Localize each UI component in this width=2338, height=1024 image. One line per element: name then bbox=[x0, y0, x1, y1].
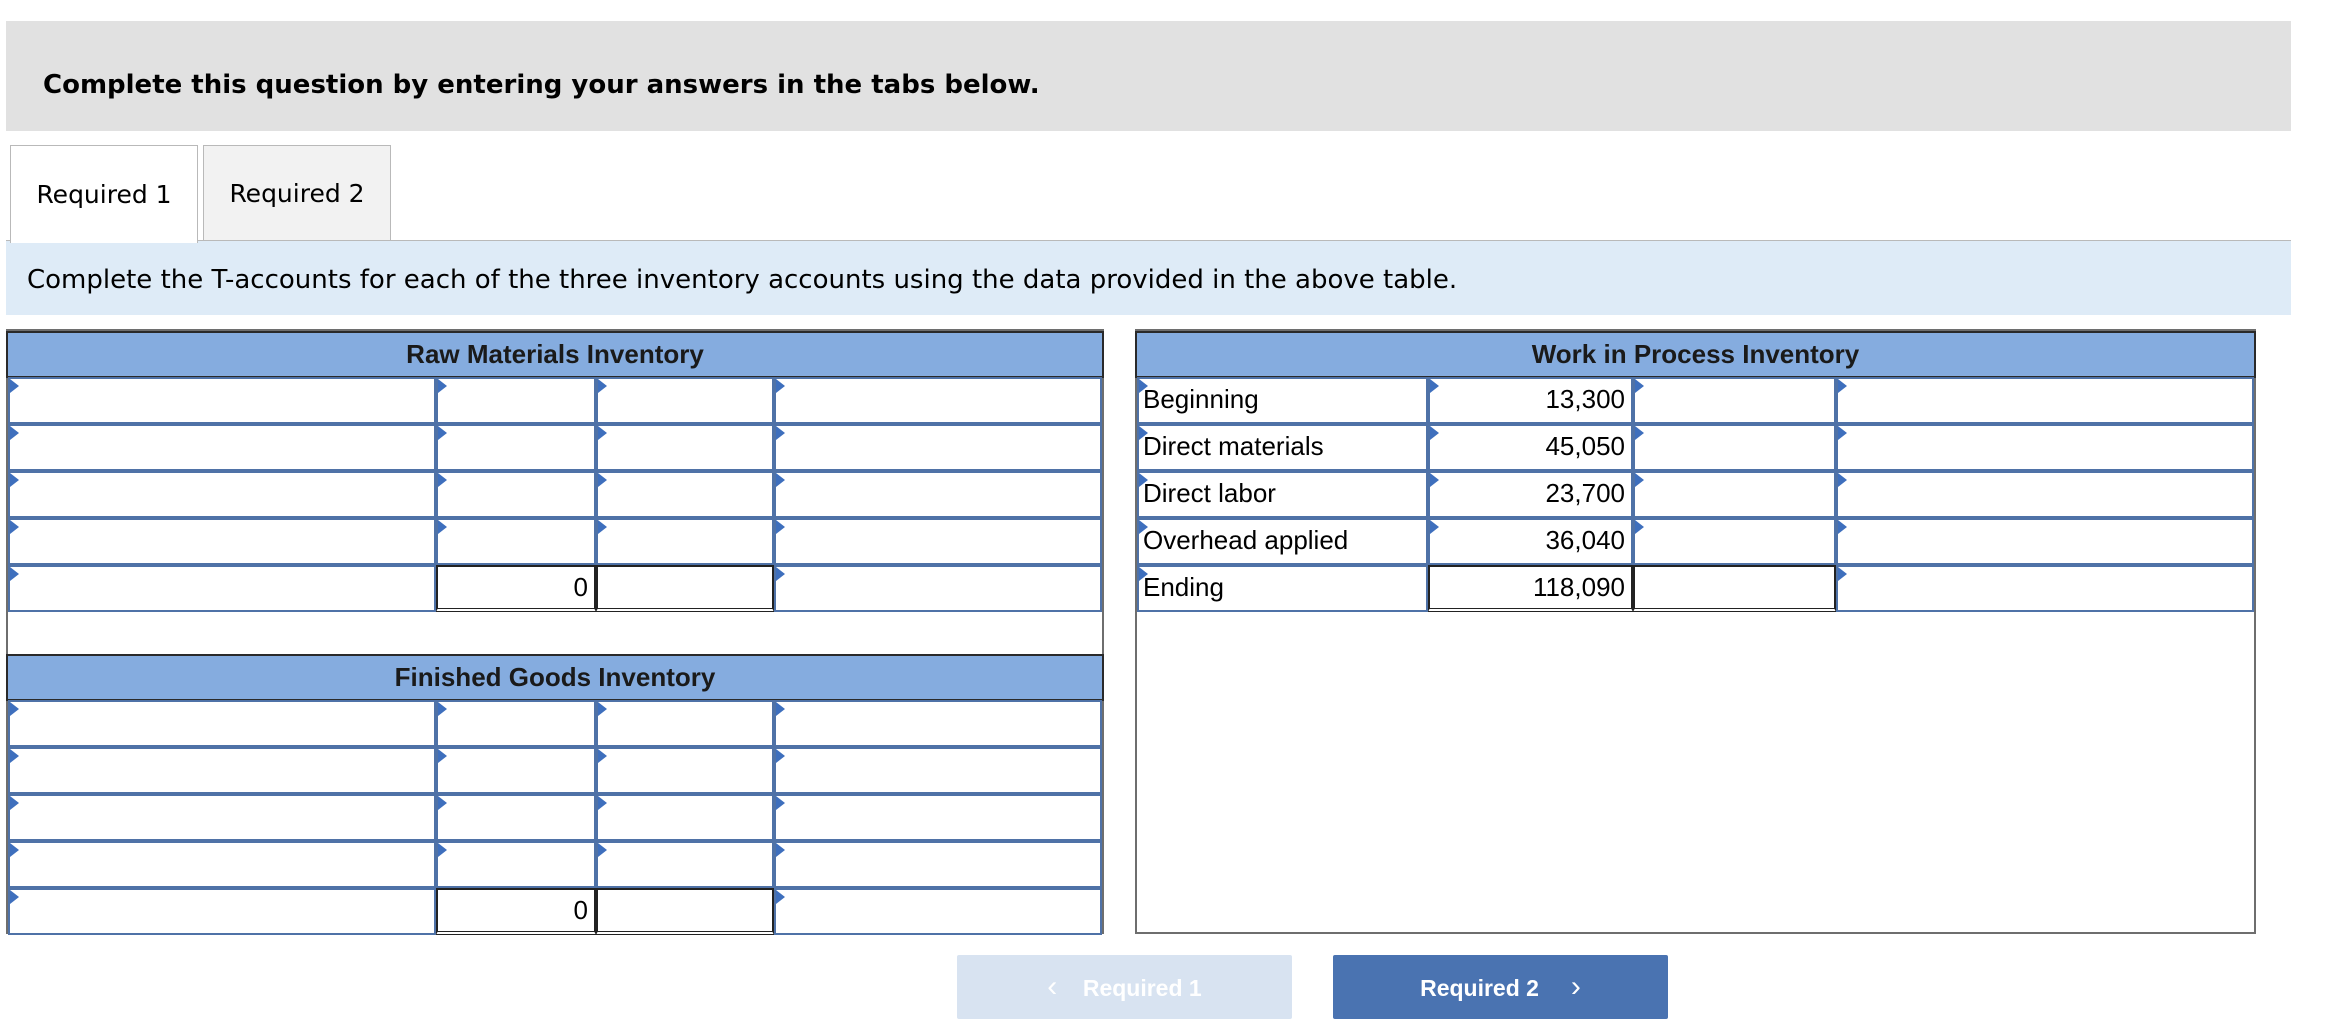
wip-ending-balance: 118,090 bbox=[1428, 565, 1633, 612]
rm-debit-label-4[interactable] bbox=[8, 518, 436, 565]
wip-debit-label-direct-labor[interactable]: Direct labor bbox=[1137, 471, 1428, 518]
wip-debit-label-overhead-applied[interactable]: Overhead applied bbox=[1137, 518, 1428, 565]
rm-ending-label[interactable] bbox=[8, 565, 436, 612]
tab-required-1[interactable]: Required 1 bbox=[10, 145, 198, 243]
work-in-process-header: Work in Process Inventory bbox=[1135, 331, 2256, 378]
rm-credit-amount-4[interactable] bbox=[596, 518, 774, 565]
rm-debit-label-2[interactable] bbox=[8, 424, 436, 471]
wip-ending-label[interactable]: Ending bbox=[1137, 565, 1428, 612]
next-required-2-button[interactable]: Required 2 › bbox=[1333, 955, 1668, 1019]
fg-debit-amount-3[interactable] bbox=[436, 794, 596, 841]
rm-credit-label-3[interactable] bbox=[774, 471, 1102, 518]
wip-credit-label-3[interactable] bbox=[1836, 471, 2254, 518]
chevron-right-icon: › bbox=[1570, 970, 1581, 1003]
rm-debit-label-1[interactable] bbox=[8, 377, 436, 424]
wip-ending-credit-total bbox=[1633, 565, 1836, 612]
rm-ending-credit-label[interactable] bbox=[774, 565, 1102, 612]
wip-credit-amount-2[interactable] bbox=[1633, 424, 1836, 471]
instruction-banner: Complete this question by entering your … bbox=[6, 21, 2291, 131]
fg-ending-credit-label[interactable] bbox=[774, 888, 1102, 935]
fg-debit-amount-1[interactable] bbox=[436, 700, 596, 747]
wip-debit-amount-direct-labor[interactable]: 23,700 bbox=[1428, 471, 1633, 518]
rm-debit-amount-3[interactable] bbox=[436, 471, 596, 518]
fg-ending-credit-total bbox=[596, 888, 774, 935]
prev-required-1-button[interactable]: ‹ Required 1 bbox=[957, 955, 1292, 1019]
rm-credit-label-4[interactable] bbox=[774, 518, 1102, 565]
rm-credit-amount-3[interactable] bbox=[596, 471, 774, 518]
wip-debit-amount-beginning[interactable]: 13,300 bbox=[1428, 377, 1633, 424]
wip-debit-label-beginning[interactable]: Beginning bbox=[1137, 377, 1428, 424]
fg-debit-amount-4[interactable] bbox=[436, 841, 596, 888]
rm-debit-amount-2[interactable] bbox=[436, 424, 596, 471]
fg-debit-label-4[interactable] bbox=[8, 841, 436, 888]
fg-ending-label[interactable] bbox=[8, 888, 436, 935]
instruction-box: Complete the T-accounts for each of the … bbox=[6, 241, 2291, 315]
fg-credit-amount-4[interactable] bbox=[596, 841, 774, 888]
wip-debit-amount-direct-materials[interactable]: 45,050 bbox=[1428, 424, 1633, 471]
tab-required-2[interactable]: Required 2 bbox=[203, 145, 391, 241]
rm-credit-amount-1[interactable] bbox=[596, 377, 774, 424]
fg-debit-label-1[interactable] bbox=[8, 700, 436, 747]
fg-credit-label-2[interactable] bbox=[774, 747, 1102, 794]
rm-ending-balance: 0 bbox=[436, 565, 596, 612]
rm-debit-amount-4[interactable] bbox=[436, 518, 596, 565]
chevron-left-icon: ‹ bbox=[1047, 970, 1058, 1003]
wip-credit-label-1[interactable] bbox=[1836, 377, 2254, 424]
wip-debit-label-direct-materials[interactable]: Direct materials bbox=[1137, 424, 1428, 471]
fg-debit-amount-2[interactable] bbox=[436, 747, 596, 794]
wip-credit-amount-1[interactable] bbox=[1633, 377, 1836, 424]
rm-credit-label-1[interactable] bbox=[774, 377, 1102, 424]
wip-credit-amount-3[interactable] bbox=[1633, 471, 1836, 518]
fg-credit-amount-1[interactable] bbox=[596, 700, 774, 747]
wip-credit-label-2[interactable] bbox=[1836, 424, 2254, 471]
fg-credit-label-4[interactable] bbox=[774, 841, 1102, 888]
wip-credit-label-4[interactable] bbox=[1836, 518, 2254, 565]
fg-debit-label-3[interactable] bbox=[8, 794, 436, 841]
fg-ending-balance: 0 bbox=[436, 888, 596, 935]
fg-credit-amount-3[interactable] bbox=[596, 794, 774, 841]
fg-credit-label-3[interactable] bbox=[774, 794, 1102, 841]
rm-credit-label-2[interactable] bbox=[774, 424, 1102, 471]
banner-text: Complete this question by entering your … bbox=[43, 70, 1040, 100]
fg-debit-label-2[interactable] bbox=[8, 747, 436, 794]
rm-credit-amount-2[interactable] bbox=[596, 424, 774, 471]
prev-button-label: Required 1 bbox=[1082, 975, 1202, 1001]
finished-goods-header: Finished Goods Inventory bbox=[6, 654, 1104, 701]
instruction-text: Complete the T-accounts for each of the … bbox=[27, 265, 1458, 295]
raw-materials-header: Raw Materials Inventory bbox=[6, 331, 1104, 378]
next-button-label: Required 2 bbox=[1420, 975, 1539, 1001]
wip-ending-credit-label[interactable] bbox=[1836, 565, 2254, 612]
fg-credit-amount-2[interactable] bbox=[596, 747, 774, 794]
wip-credit-amount-4[interactable] bbox=[1633, 518, 1836, 565]
fg-credit-label-1[interactable] bbox=[774, 700, 1102, 747]
wip-debit-amount-overhead-applied[interactable]: 36,040 bbox=[1428, 518, 1633, 565]
rm-debit-amount-1[interactable] bbox=[436, 377, 596, 424]
rm-debit-label-3[interactable] bbox=[8, 471, 436, 518]
rm-ending-credit-total bbox=[596, 565, 774, 612]
